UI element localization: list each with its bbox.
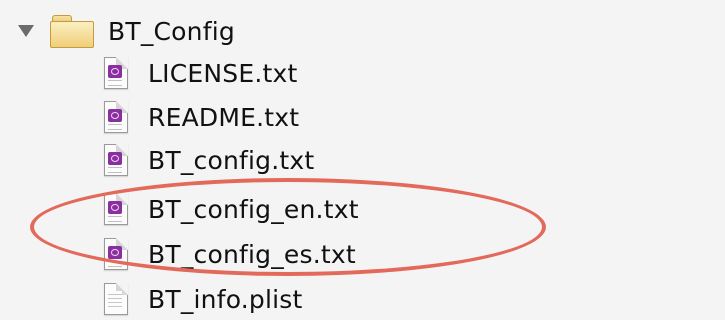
text-document-icon xyxy=(104,193,128,225)
file-label: BT_config_en.txt xyxy=(148,194,359,224)
text-document-icon xyxy=(104,144,128,176)
file-row-bt-config[interactable]: BT_config.txt xyxy=(104,135,314,185)
file-label: README.txt xyxy=(148,102,300,132)
text-document-icon xyxy=(104,101,128,133)
file-label: BT_config_es.txt xyxy=(148,239,356,269)
folder-label: BT_Config xyxy=(108,16,235,46)
file-row-bt-info[interactable]: BT_info.plist xyxy=(104,274,303,320)
file-row-bt-config-es[interactable]: BT_config_es.txt xyxy=(104,229,356,279)
file-label: BT_config.txt xyxy=(148,145,315,175)
file-label: LICENSE.txt xyxy=(148,58,298,88)
plist-document-icon xyxy=(104,283,128,315)
file-row-license[interactable]: LICENSE.txt xyxy=(104,48,297,98)
file-label: BT_info.plist xyxy=(148,284,303,314)
disclosure-triangle-icon[interactable] xyxy=(18,25,34,37)
folder-icon xyxy=(50,15,94,48)
text-document-icon xyxy=(104,57,128,89)
finder-window: BT_Config LICENSE.txt README.txt BT_conf… xyxy=(0,0,725,320)
file-row-bt-config-en[interactable]: BT_config_en.txt xyxy=(104,184,359,234)
text-document-icon xyxy=(104,238,128,270)
